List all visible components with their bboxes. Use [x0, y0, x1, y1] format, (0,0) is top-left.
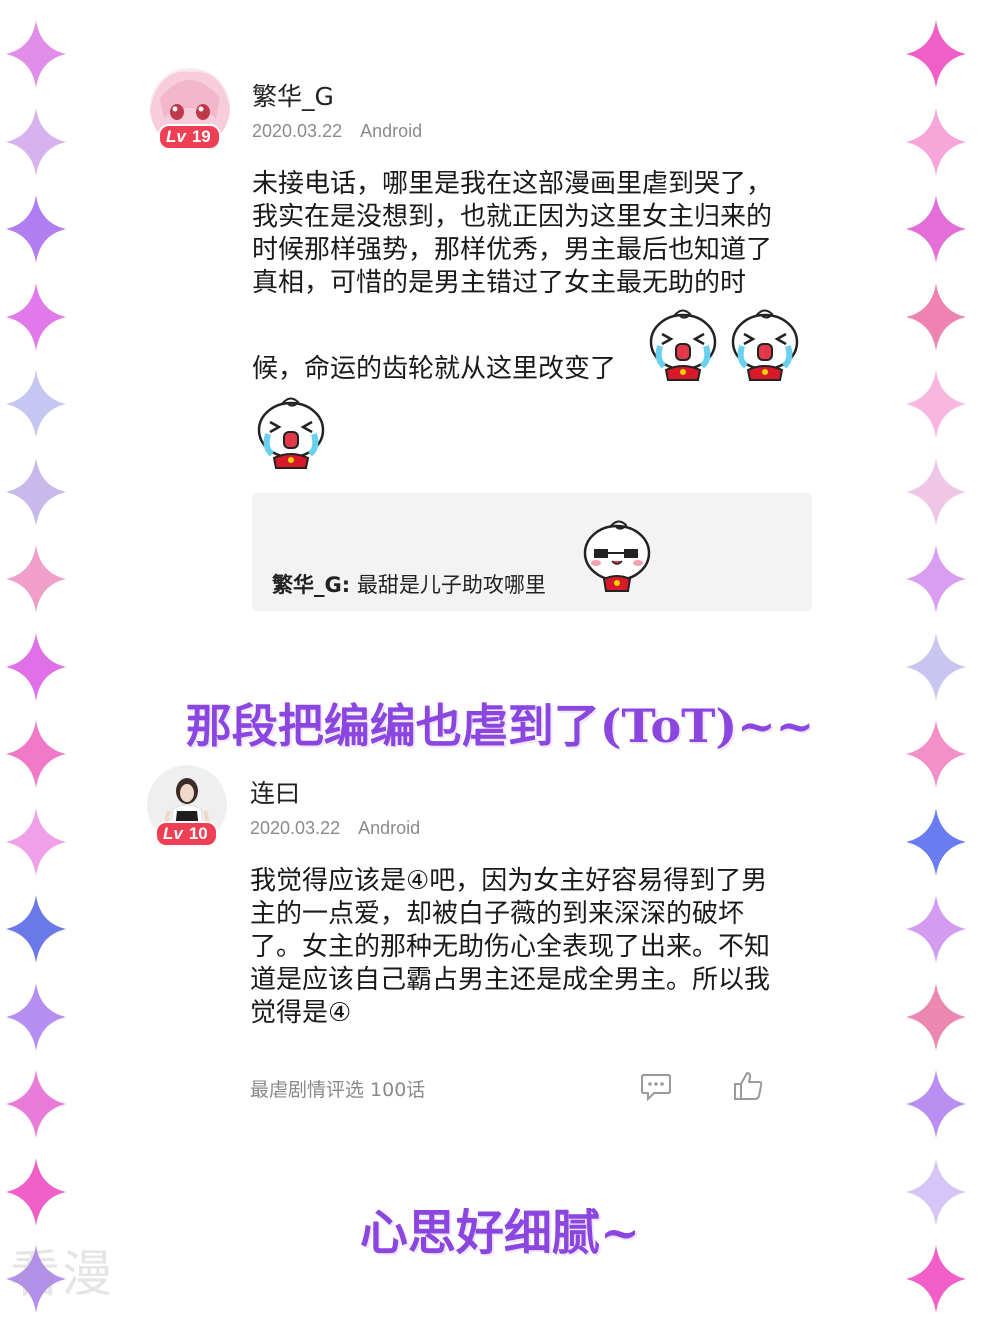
like-icon[interactable]	[732, 1070, 764, 1106]
left-sparkle-border	[4, 0, 84, 1313]
level-badge: Lv 19	[158, 124, 221, 150]
sparkle-icon	[4, 193, 68, 265]
caption-second: 心思好细腻~	[359, 1205, 641, 1261]
episode-tag[interactable]: 最虐剧情评选 100话	[250, 1075, 425, 1102]
avatar[interactable]: Lv 19	[150, 68, 230, 150]
comment-text-line: 未接电话，哪里是我在这部漫画里虐到哭了，	[252, 169, 773, 199]
sparkle-icon	[904, 281, 968, 353]
sparkle-icon	[4, 893, 68, 965]
sparkle-icon	[4, 368, 68, 440]
comment-text: 未接电话，哪里是我在这部漫画里虐到哭了， 我实在是没想到，也就正因为这里女主归来…	[252, 168, 772, 300]
sparkle-icon	[4, 981, 68, 1053]
sparkle-icon	[4, 18, 68, 90]
comment-text-line: 觉得是④	[250, 998, 352, 1028]
crying-emoji-icon	[252, 392, 330, 474]
level-prefix: Lv	[163, 824, 183, 843]
comment-date: 2020.03.22	[250, 818, 341, 838]
sparkle-icon	[4, 1068, 68, 1140]
level-prefix: Lv	[166, 127, 186, 146]
comment-platform: Android	[358, 818, 421, 838]
comment-text-line: 主的一点爱，却被白子薇的到来深深的破坏	[250, 899, 745, 929]
comment-platform: Android	[360, 121, 423, 141]
comment-text-line: 道是应该自己霸占男主还是成全男主。所以我	[250, 965, 771, 995]
comment-meta: 2020.03.22 Android	[252, 121, 422, 142]
crying-emoji-icon	[644, 304, 722, 386]
sparkle-icon	[904, 981, 968, 1053]
sparkle-icon	[4, 806, 68, 878]
right-sparkle-border	[904, 0, 984, 1313]
watermark: 看漫	[10, 1245, 114, 1303]
comment-text-line: 时候那样强势，那样优秀，男主最后也知道了	[252, 235, 773, 265]
comment-text: 我觉得应该是④吧，因为女主好容易得到了男 主的一点爱，却被白子薇的到来深深的破坏…	[250, 865, 770, 1030]
username[interactable]: 繁华_G	[252, 77, 334, 113]
crying-emoji-icon	[726, 304, 804, 386]
username[interactable]: 连曰	[250, 774, 300, 810]
caption-first: 那段把编编也虐到了(ToT)~~	[185, 699, 815, 753]
sparkle-icon	[4, 543, 68, 615]
sparkle-icon	[904, 456, 968, 528]
comment-text-line: 我实在是没想到，也就正因为这里女主归来的	[252, 202, 773, 232]
reply-text: 最甜是儿子助攻哪里	[356, 573, 546, 597]
reply-box[interactable]: 繁华_G: 最甜是儿子助攻哪里	[252, 493, 812, 611]
sparkle-icon	[904, 543, 968, 615]
comment-date: 2020.03.22	[252, 121, 343, 141]
sparkle-icon	[4, 456, 68, 528]
comment-text-line: 了。女主的那种无助伤心全表现了出来。不知	[250, 932, 771, 962]
sparkle-icon	[904, 806, 968, 878]
sparkle-icon	[4, 281, 68, 353]
avatar[interactable]: Lv 10	[147, 765, 227, 847]
sparkle-icon	[904, 893, 968, 965]
level-badge: Lv 10	[155, 821, 218, 847]
happy-emoji-icon	[578, 517, 656, 599]
level-number: 19	[191, 127, 211, 146]
sparkle-icon	[904, 106, 968, 178]
sparkle-icon	[904, 18, 968, 90]
comment-text-line: 我觉得应该是④吧，因为女主好容易得到了男	[250, 866, 768, 896]
comment-icon[interactable]	[640, 1072, 672, 1106]
sparkle-icon	[904, 193, 968, 265]
sparkle-icon	[4, 106, 68, 178]
comment-text-line: 候，命运的齿轮就从这里改变了	[252, 354, 617, 384]
comment-text-line: 真相，可惜的是男主错过了女主最无助的时	[252, 268, 747, 298]
reply-author[interactable]: 繁华_G:	[272, 573, 350, 597]
comment-meta: 2020.03.22 Android	[250, 818, 420, 839]
sparkle-icon	[904, 1068, 968, 1140]
reply-line: 繁华_G: 最甜是儿子助攻哪里	[272, 569, 546, 599]
level-number: 10	[188, 824, 208, 843]
sparkle-icon	[904, 368, 968, 440]
